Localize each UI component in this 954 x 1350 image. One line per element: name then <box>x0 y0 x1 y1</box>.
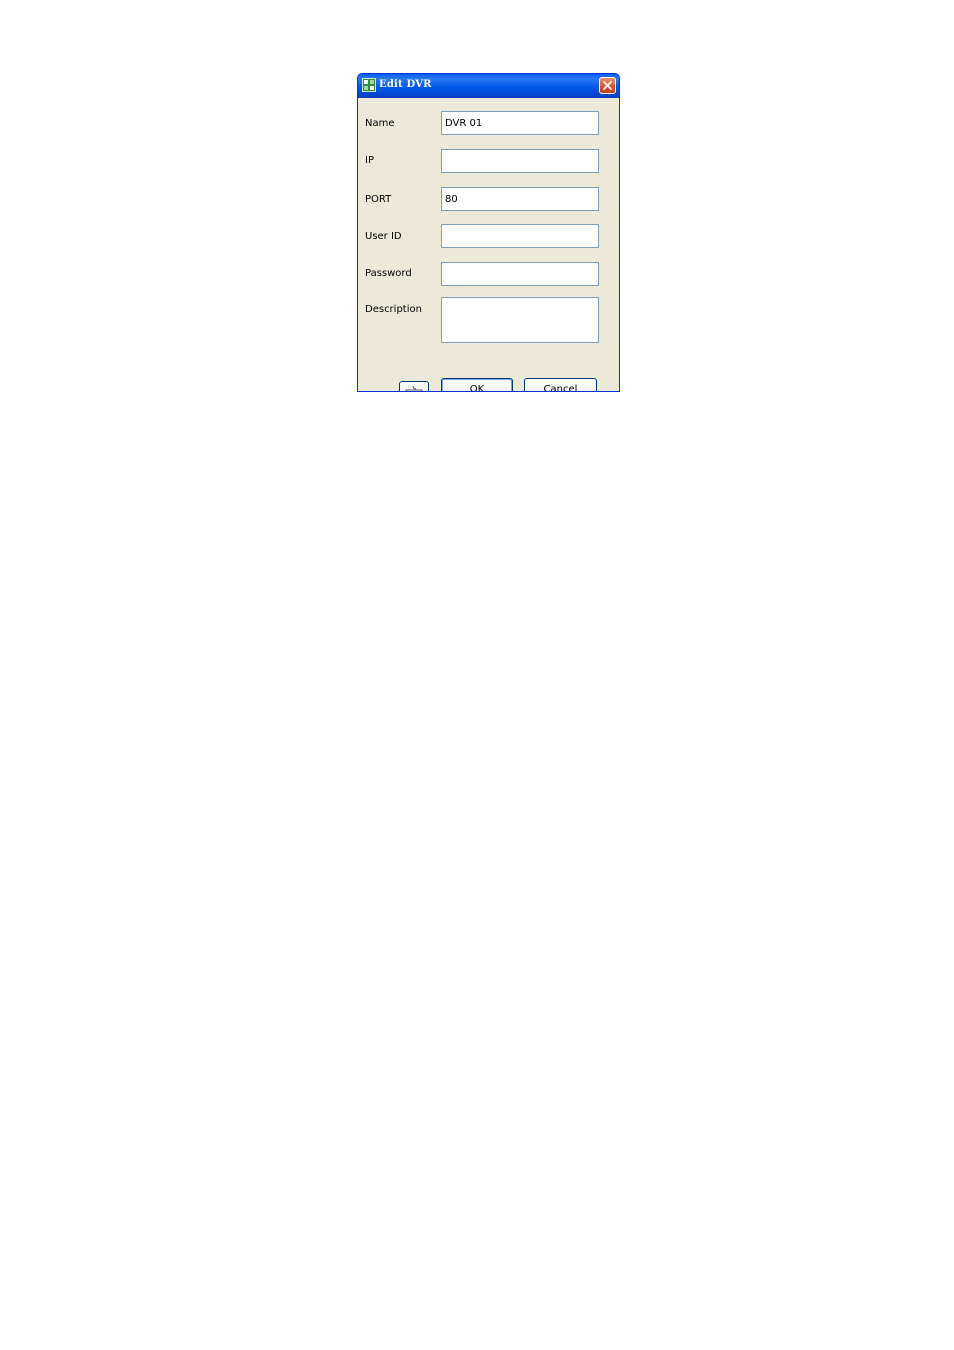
ip-input[interactable] <box>441 149 599 173</box>
keyboard-button[interactable] <box>399 381 429 391</box>
user-id-label: User ID <box>365 231 402 242</box>
keyboard-icon <box>405 385 423 391</box>
password-label: Password <box>365 268 412 279</box>
user-id-input[interactable] <box>441 224 599 248</box>
description-label: Description <box>365 304 422 315</box>
window-title: Edit DVR <box>379 79 432 90</box>
password-input[interactable] <box>441 262 599 286</box>
ip-label: IP <box>365 155 374 166</box>
port-input[interactable] <box>441 187 599 211</box>
name-label: Name <box>365 118 395 129</box>
app-icon <box>362 78 376 92</box>
description-input[interactable] <box>441 297 599 343</box>
title-bar[interactable]: Edit DVR <box>358 74 619 98</box>
ok-button[interactable]: OK <box>441 378 513 391</box>
name-input[interactable] <box>441 111 599 135</box>
close-icon <box>603 81 612 90</box>
close-button[interactable] <box>599 77 616 94</box>
edit-dvr-dialog: Edit DVR Name IP PORT User ID Password D… <box>357 73 620 392</box>
dialog-body: Name IP PORT User ID Password Descriptio… <box>358 98 619 391</box>
port-label: PORT <box>365 194 392 205</box>
cancel-button[interactable]: Cancel <box>524 378 597 391</box>
